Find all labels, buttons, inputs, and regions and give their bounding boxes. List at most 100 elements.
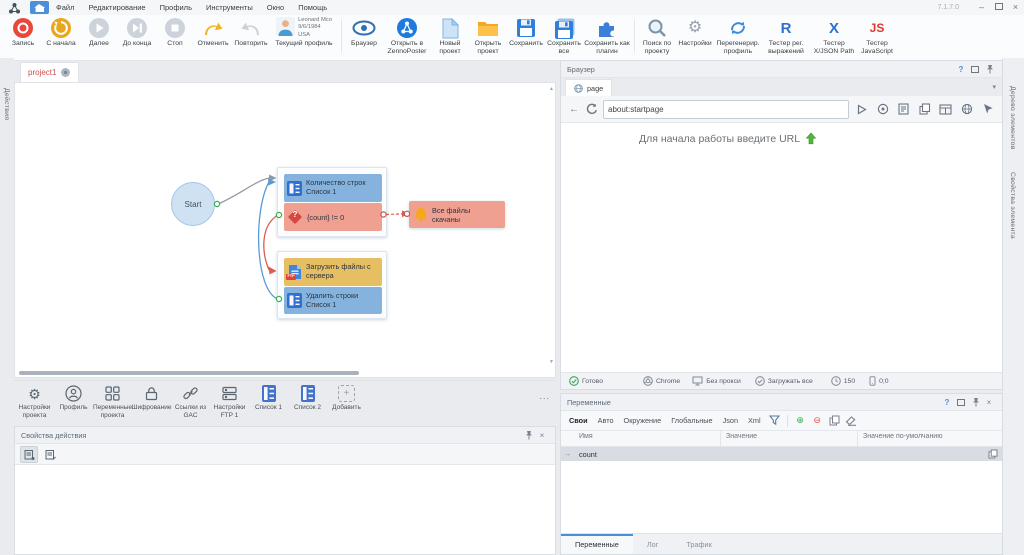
add-item-button[interactable]: + Добавить — [328, 384, 365, 412]
close-icon[interactable]: × — [535, 431, 549, 440]
tab-xml[interactable]: Xml — [744, 416, 765, 425]
variable-row[interactable]: → count — [561, 447, 1002, 461]
split-view-icon[interactable] — [937, 101, 954, 118]
menu-file[interactable]: Файл — [49, 3, 81, 12]
delete-rows-block[interactable]: Удалить строкиСписок 1 — [284, 287, 382, 314]
ftp-settings-button[interactable]: Настройки FTP 1 — [211, 384, 248, 419]
status-timer[interactable]: 150 — [831, 376, 855, 386]
copy-pages-icon[interactable] — [916, 101, 933, 118]
pin-icon[interactable] — [968, 397, 982, 407]
status-load-mode[interactable]: Загружать все — [755, 376, 813, 386]
add-variable-icon[interactable]: ⊕ — [793, 415, 808, 426]
variables-table-body[interactable] — [561, 461, 1002, 533]
count-rows-block[interactable]: Количество строкСписок 1 — [284, 174, 382, 202]
tab-auto[interactable]: Авто — [594, 416, 618, 425]
menu-window[interactable]: Окно — [260, 3, 291, 12]
project-tab[interactable]: project1 — [20, 62, 79, 82]
filter-icon[interactable] — [767, 415, 782, 426]
save-as-plugin-button[interactable]: Сохранить как плагин — [584, 17, 630, 56]
undo-button[interactable]: Отменить — [195, 17, 231, 48]
download-files-block[interactable]: FTP Загрузить файлы ссервера — [284, 258, 382, 286]
maximize-panel-icon[interactable] — [954, 399, 968, 406]
reload-icon[interactable] — [585, 103, 599, 115]
actions-dock-tab[interactable]: Действия — [3, 88, 10, 120]
canvas-scroll-down-arrow[interactable]: ▼ — [549, 359, 554, 365]
column-default[interactable]: Значение по-умолчанию — [858, 431, 1002, 446]
tab-own[interactable]: Свои — [565, 416, 592, 425]
menu-profile[interactable]: Профиль — [153, 3, 199, 12]
elements-tree-dock-tab[interactable]: Дерево элементов — [1009, 86, 1016, 150]
project-tab-close-icon[interactable] — [60, 67, 71, 78]
tab-dropdown-icon[interactable]: ▾ — [992, 83, 996, 91]
tab-json[interactable]: Json — [719, 416, 742, 425]
search-project-button[interactable]: Поиск по проекту — [639, 17, 675, 56]
flow-canvas[interactable]: Start Количество строкСписок 1 ? {count}… — [14, 82, 556, 378]
gac-links-button[interactable]: Ссылки из GAC — [172, 384, 209, 419]
tab-global[interactable]: Глобальные — [667, 416, 716, 425]
tab-variables[interactable]: Переменные — [561, 534, 633, 554]
tab-log[interactable]: Лог — [633, 534, 673, 554]
browser-button[interactable]: Браузер — [346, 17, 382, 48]
stop-button[interactable]: Стоп — [157, 17, 193, 48]
cursor-icon[interactable] — [979, 101, 996, 118]
tab-traffic[interactable]: Трафик — [672, 534, 725, 554]
redo-button[interactable]: Повторить — [233, 17, 269, 48]
javascript-tester-button[interactable]: JS Тестер JavaScript — [859, 17, 895, 56]
current-profile-button[interactable]: Leonard Mco 9/6/1984 USA Текущий профиль — [271, 17, 337, 48]
eraser-icon[interactable] — [844, 416, 859, 426]
minimize-button[interactable]: – — [973, 0, 990, 15]
close-icon[interactable]: × — [982, 398, 996, 407]
menu-tools[interactable]: Инструменты — [199, 3, 260, 12]
back-icon[interactable]: ← — [567, 104, 581, 115]
run-page-icon[interactable] — [853, 101, 870, 118]
open-in-zennoposter-button[interactable]: Открыть в ZennoPoster — [384, 17, 430, 56]
start-node[interactable]: Start — [171, 182, 215, 226]
pin-icon[interactable] — [982, 64, 996, 74]
maximize-panel-icon[interactable] — [968, 66, 982, 73]
menu-help[interactable]: Помощь — [291, 3, 334, 12]
list1-button[interactable]: Список 1 — [250, 384, 287, 412]
canvas-horizontal-scrollbar[interactable] — [19, 371, 359, 375]
settings-button[interactable]: ⚙ Настройки — [677, 17, 713, 48]
regex-tester-button[interactable]: R Тестер рег. выражений — [763, 17, 809, 56]
remove-variable-icon[interactable]: ⊖ — [810, 415, 825, 426]
xjson-path-tester-button[interactable]: X Тестер X/JSON Path — [811, 17, 857, 56]
project-settings-button[interactable]: ⚙ Настройки проекта — [16, 384, 53, 419]
home-button[interactable] — [30, 1, 49, 14]
toolbar-overflow-button[interactable]: ... — [539, 391, 550, 401]
encryption-button[interactable]: Шифрование — [133, 384, 170, 412]
url-input[interactable] — [603, 100, 849, 119]
variable-name-cell[interactable]: count — [574, 450, 721, 459]
profile-item-button[interactable]: Профиль — [55, 384, 92, 412]
list2-button[interactable]: Список 2 — [289, 384, 326, 412]
menu-edit[interactable]: Редактирование — [81, 3, 152, 12]
page-tab[interactable]: page — [565, 79, 612, 96]
pin-icon[interactable] — [521, 430, 535, 440]
status-engine[interactable]: Chrome — [643, 376, 680, 386]
record-button[interactable]: Запись — [5, 17, 41, 48]
condition-block[interactable]: ? {count} != 0 — [284, 203, 382, 231]
tab-environment[interactable]: Окружение — [620, 416, 666, 425]
restart-button[interactable]: С начала — [43, 17, 79, 48]
help-icon[interactable]: ? — [940, 398, 954, 407]
browser-viewport[interactable]: Для начала работы введите URL — [561, 123, 1002, 372]
element-properties-dock-tab[interactable]: Свойства элемента — [1009, 172, 1016, 239]
regenerate-profile-button[interactable]: Перегенерир. профиль — [715, 17, 761, 56]
status-proxy[interactable]: Без прокси — [692, 376, 741, 386]
browser-settings-icon[interactable] — [958, 101, 975, 118]
copy-variable-icon[interactable] — [827, 415, 842, 426]
project-variables-button[interactable]: Переменные проекта — [94, 384, 131, 419]
run-to-end-button[interactable]: До конца — [119, 17, 155, 48]
save-all-button[interactable]: Сохранить все — [546, 17, 582, 56]
action-group-top[interactable]: Количество строкСписок 1 ? {count} != 0 — [277, 167, 387, 237]
save-button[interactable]: Сохранить — [508, 17, 544, 48]
page-source-icon[interactable] — [895, 101, 912, 118]
help-icon[interactable]: ? — [954, 65, 968, 74]
action-group-bottom[interactable]: FTP Загрузить файлы ссервера Удалить стр… — [277, 251, 387, 319]
maximize-button[interactable] — [990, 0, 1007, 15]
new-project-button[interactable]: Новый проект — [432, 17, 468, 56]
open-project-button[interactable]: Открыть проект — [470, 17, 506, 56]
edit-view-button[interactable] — [42, 447, 58, 462]
canvas-scroll-up-arrow[interactable]: ▲ — [549, 86, 554, 92]
properties-view-button[interactable] — [20, 446, 38, 463]
